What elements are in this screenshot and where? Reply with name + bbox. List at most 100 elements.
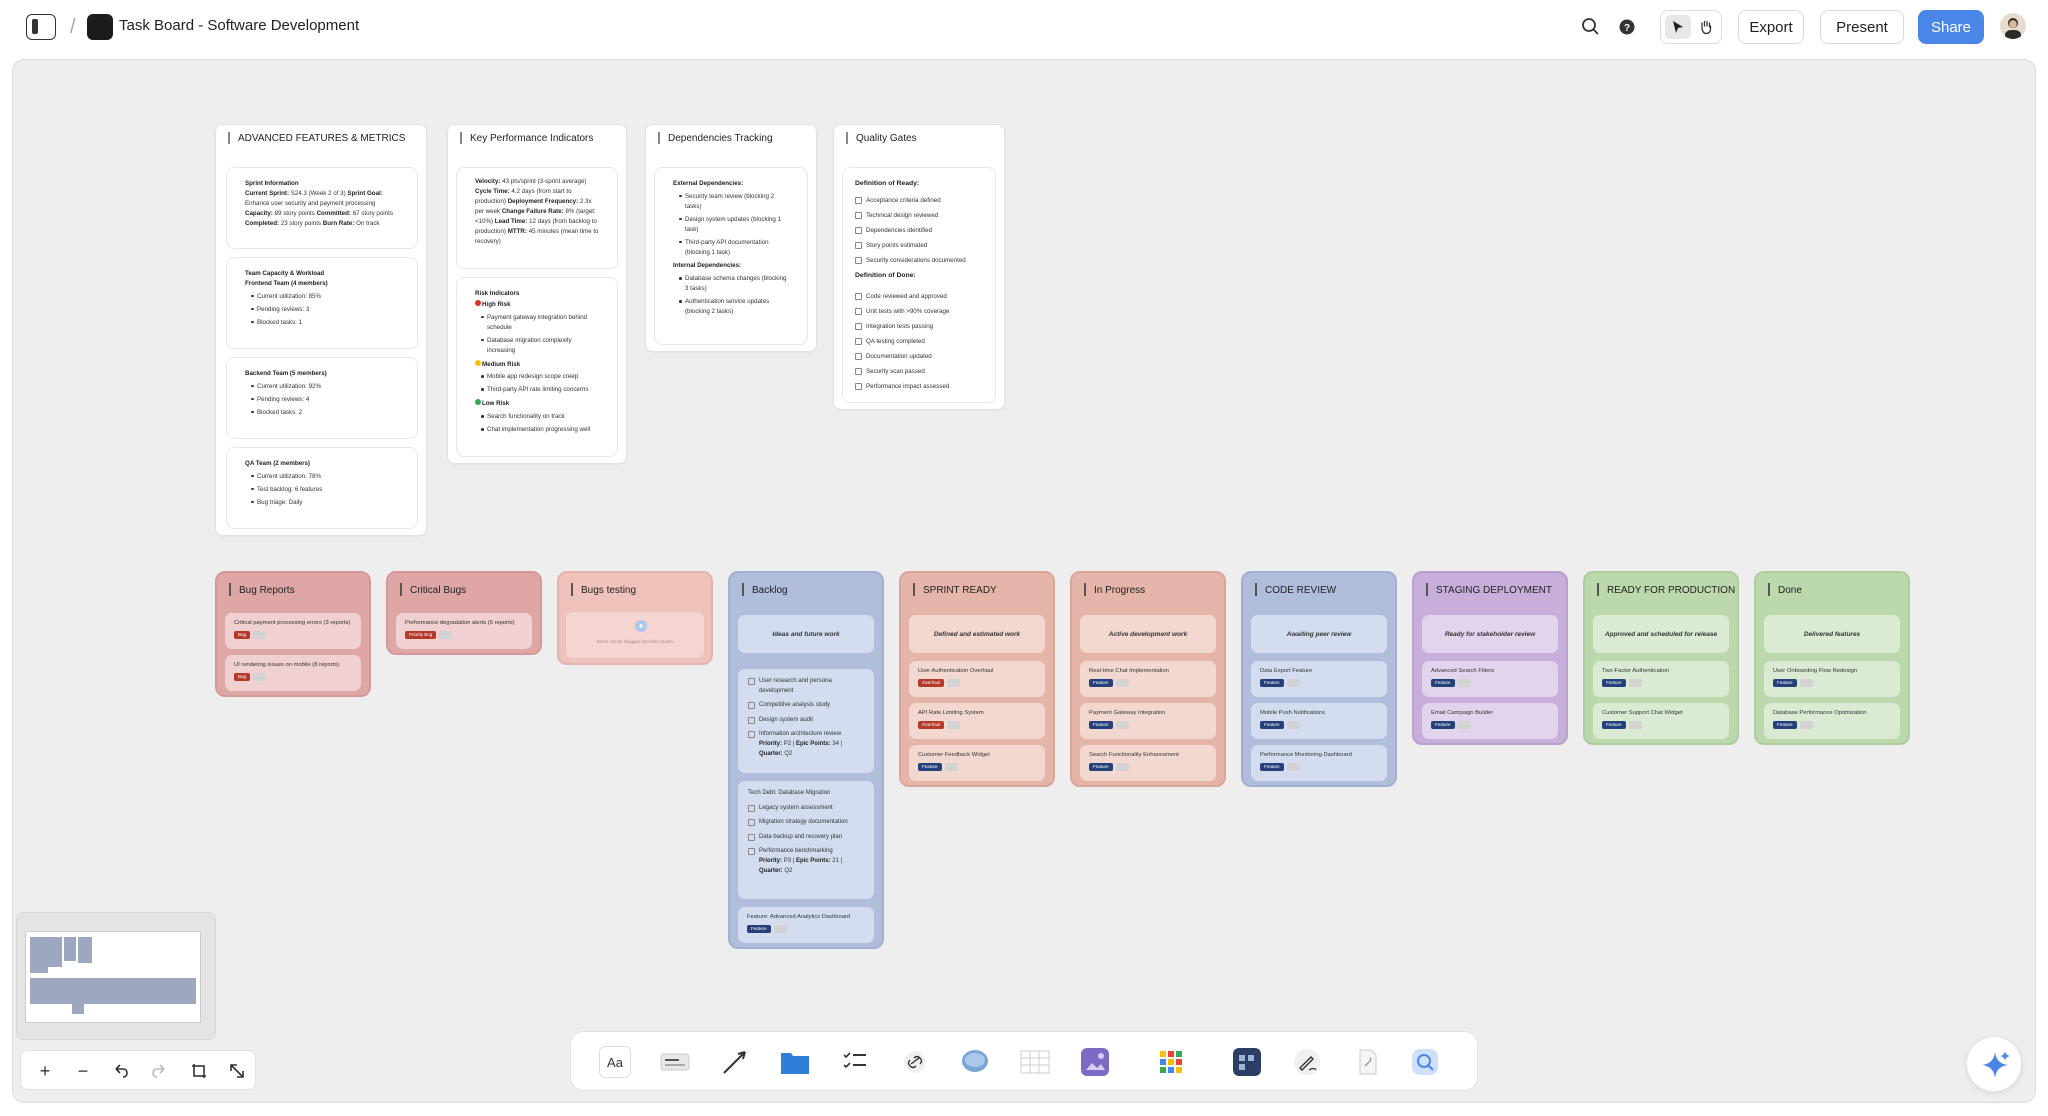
kpi-metrics-card[interactable]: Velocity: 43 pts/sprint (3-sprint averag… [456,167,618,269]
sticky-note-icon[interactable] [659,1046,691,1078]
column-sprint-ready[interactable]: SPRINT READY Defined and estimated work … [899,571,1055,787]
list-item[interactable]: Two-Factor Authentication Feature [1593,661,1729,697]
avatar[interactable] [2000,13,2026,39]
column-in-progress[interactable]: In Progress Active development work Real… [1070,571,1226,787]
column-bug-reports[interactable]: Bug Reports Critical payment processing … [215,571,371,697]
column-description: Ready for stakeholder review [1422,615,1558,653]
research-checklist-wrap: User research and persona development Co… [748,677,864,759]
link-tool-icon[interactable] [899,1046,931,1078]
cursor-icon[interactable] [1669,18,1687,36]
minimap-viewport[interactable] [25,931,201,1023]
list-item[interactable]: Real-time Chat Implementation Feature [1080,661,1216,697]
list-item[interactable]: Mobile Push Notifications Feature [1251,703,1387,739]
card-heading: Team Capacity & Workload [245,270,325,277]
feature-tag: Feature [1260,721,1284,729]
list-item[interactable]: API Rate Limiting System Overhaul [909,703,1045,739]
list-item[interactable]: Email Campaign Builder Feature [1422,703,1558,739]
advanced-features-panel[interactable]: ADVANCED FEATURES & METRICS Sprint Infor… [215,124,427,536]
sprint-info-card[interactable]: Sprint Information Current Sprint: S24.3… [226,167,418,249]
backend-team-card[interactable]: Backend Team (5 members) Current utiliza… [226,357,418,439]
qa-team-list: Current utilization: 78% Test backlog: 6… [245,472,399,508]
line-arrow-icon[interactable] [719,1046,751,1078]
quality-gates-panel[interactable]: Quality Gates Definition of Ready: Accep… [833,124,1005,410]
item-label: UI rendering issues on mobile (8 reports… [234,662,340,668]
ai-assistant-button[interactable] [1966,1036,2022,1092]
sprint-details: Current Sprint: S24.3 (Week 2 of 3) Spri… [245,189,393,227]
internal-deps-label: Internal Dependencies: [673,262,742,270]
apps-grid-icon[interactable] [1155,1046,1187,1078]
fullscreen-icon[interactable] [227,1061,247,1081]
pen-draw-icon[interactable] [1291,1046,1323,1078]
tech-debt-title: Tech Debt: Database Migration [748,790,831,796]
export-button[interactable]: Export [1738,10,1804,44]
list-item[interactable]: User Onboarding Flow Redesign Feature [1764,661,1900,697]
done-checklist[interactable]: Code reviewed and approved Unit tests wi… [855,292,977,391]
page-title[interactable]: Task Board - Software Development [119,17,359,34]
medium-risk-list: Mobile app redesign scope creep Third-pa… [475,372,599,395]
comment-icon[interactable] [959,1046,991,1078]
tech-debt-wrap: Tech Debt: Database Migration Legacy sys… [748,789,864,876]
list-item[interactable]: Search Functionality Enhancement Feature [1080,745,1216,781]
column-staging-deployment[interactable]: STAGING DEPLOYMENT Ready for stakeholder… [1412,571,1568,745]
backlog-tech-debt-card[interactable]: Tech Debt: Database Migration Legacy sys… [738,781,874,899]
list-item[interactable]: Customer Support Chat Widget Feature [1593,703,1729,739]
list-item[interactable]: Data Export Feature Feature [1251,661,1387,697]
list-item[interactable]: UI rendering issues on mobile (8 reports… [225,655,361,691]
checklist-icon[interactable] [839,1046,871,1078]
team-capacity-card[interactable]: Team Capacity & Workload Frontend Team (… [226,257,418,349]
help-icon[interactable]: ? [1614,14,1640,40]
minimap[interactable] [16,912,216,1040]
column-done[interactable]: Done Delivered features User Onboarding … [1754,571,1910,745]
list-item[interactable]: User Authentication Overhaul Overhaul [909,661,1045,697]
bug-tag: Bug [234,631,251,639]
redo-icon[interactable] [149,1061,169,1081]
undo-icon[interactable] [111,1061,131,1081]
board-canvas[interactable]: ADVANCED FEATURES & METRICS Sprint Infor… [12,59,2036,1103]
dependencies-panel[interactable]: Dependencies Tracking External Dependenc… [645,124,817,352]
list-item[interactable]: Payment Gateway Integration Feature [1080,703,1216,739]
attachment-icon[interactable] [1351,1046,1383,1078]
list-item[interactable]: Feature: Advanced Analytics Dashboard Fe… [738,907,874,943]
tech-debt-checklist[interactable]: Legacy system assessment Migration strat… [748,804,864,857]
image-icon[interactable] [1079,1046,1111,1078]
list-item[interactable]: Database Performance Optimization Featur… [1764,703,1900,739]
ready-checklist[interactable]: Acceptance criteria defined Technical de… [855,196,977,266]
column-ready-for-production[interactable]: READY FOR PRODUCTION Approved and schedu… [1583,571,1739,745]
sparkle-icon [1982,1051,2010,1078]
backlog-research-card[interactable]: User research and persona development Co… [738,669,874,773]
sidebar-toggle-icon[interactable] [26,14,56,40]
folder-icon[interactable] [779,1046,811,1078]
search-ai-icon[interactable] [1409,1046,1441,1078]
search-icon[interactable] [1578,14,1604,40]
present-button[interactable]: Present [1820,10,1904,44]
list-item[interactable]: Critical payment processing errors (3 re… [225,613,361,649]
empty-drop-zone[interactable]: Items can be dragged into this column [565,611,705,659]
frontend-team-list: Current utilization: 85% Pending reviews… [245,292,399,328]
item-label: Performance Monitoring Dashboard [1260,752,1352,758]
qa-team-card[interactable]: QA Team (2 members) Current utilization:… [226,447,418,529]
hand-icon[interactable] [1697,18,1715,36]
column-bugs-testing[interactable]: Bugs testing Items can be dragged into t… [557,571,713,665]
list-item[interactable]: Advanced Search Filters Feature [1422,661,1558,697]
zoom-in-button[interactable]: + [35,1061,55,1081]
card-heading: Sprint Information [245,180,299,187]
research-checklist[interactable]: User research and persona development Co… [748,677,864,740]
list-item[interactable]: Performance degradation alerts (5 report… [396,613,532,649]
board-app-icon[interactable] [1231,1046,1263,1078]
column-code-review[interactable]: CODE REVIEW Awaiting peer review Data Ex… [1241,571,1397,787]
risk-indicators-card[interactable]: Risk Indicators High Risk Payment gatewa… [456,277,618,457]
list-item[interactable]: Performance Monitoring Dashboard Feature [1251,745,1387,781]
bug-tag: Bug [234,673,251,681]
text-tool-icon[interactable]: Aa [599,1046,631,1078]
link-icon [944,763,958,771]
table-icon[interactable] [1019,1046,1051,1078]
list-item[interactable]: Customer Feedback Widget Feature [909,745,1045,781]
dependencies-card[interactable]: External Dependencies: Security team rev… [654,167,808,345]
column-critical-bugs[interactable]: Critical Bugs Performance degradation al… [386,571,542,655]
quality-gates-card[interactable]: Definition of Ready: Acceptance criteria… [842,167,996,403]
fit-to-screen-icon[interactable] [189,1061,209,1081]
share-button[interactable]: Share [1918,10,1984,44]
column-backlog[interactable]: Backlog Ideas and future work User resea… [728,571,884,949]
zoom-out-button[interactable]: − [73,1061,93,1081]
kpi-panel[interactable]: Key Performance Indicators Velocity: 43 … [447,124,627,464]
